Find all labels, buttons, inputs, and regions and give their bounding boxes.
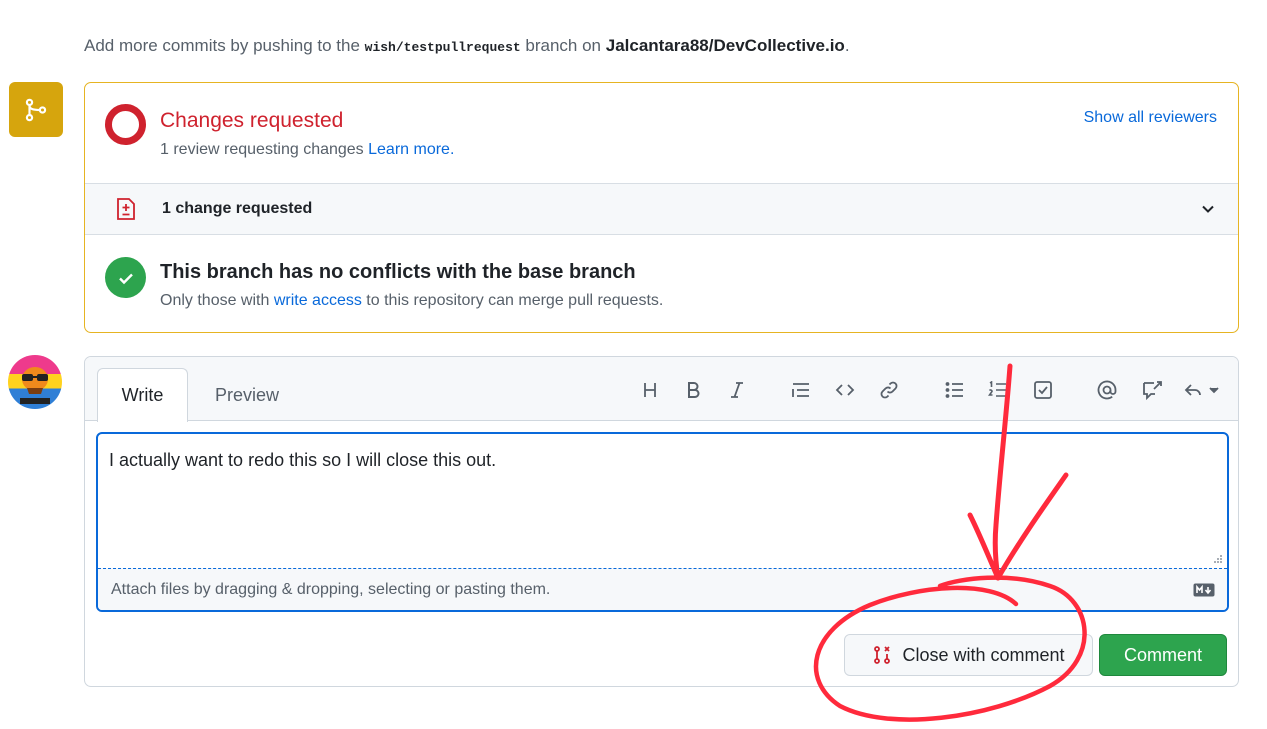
changes-requested-subtitle: 1 review requesting changes Learn more. [160, 141, 454, 159]
attach-files-text: Attach files by dragging & dropping, sel… [111, 581, 551, 598]
editor-tab-bar: Write Preview [85, 357, 1238, 422]
comment-textarea[interactable]: I actually want to redo this so I will c… [96, 432, 1229, 612]
review-count-text: 1 review requesting changes [160, 141, 369, 158]
comment-button[interactable]: Comment [1099, 634, 1227, 676]
italic-icon[interactable] [724, 377, 750, 403]
merge-box: Changes requested 1 review requesting ch… [84, 82, 1239, 333]
file-diff-icon [117, 198, 135, 220]
markdown-icon[interactable] [1193, 583, 1215, 597]
changes-requested-icon [105, 104, 146, 145]
chevron-down-icon[interactable] [1200, 201, 1216, 217]
reference-icon[interactable] [1139, 377, 1165, 403]
merge-sub-suffix: to this repository can merge pull reques… [361, 292, 664, 309]
hint-middle: branch on [520, 36, 606, 55]
no-conflicts-section: This branch has no conflicts with the ba… [85, 235, 1238, 332]
ordered-list-icon[interactable] [985, 377, 1011, 403]
no-conflicts-title: This branch has no conflicts with the ba… [160, 261, 636, 283]
git-pull-request-closed-icon [874, 646, 891, 664]
reply-icon[interactable] [1182, 377, 1222, 403]
hint-prefix: Add more commits by pushing to the [84, 36, 365, 55]
git-merge-icon [25, 98, 47, 121]
close-with-comment-label: Close with comment [902, 644, 1065, 665]
heading-icon[interactable] [637, 377, 663, 403]
hint-suffix: . [844, 36, 850, 55]
branch-name: wish/testpullrequest [364, 40, 521, 55]
tab-preview[interactable]: Preview [197, 368, 297, 422]
avatar[interactable] [8, 355, 62, 409]
no-conflicts-subtitle: Only those with write access to this rep… [160, 292, 663, 310]
comment-box: Write Preview I actually want to redo th… [84, 356, 1239, 687]
changes-requested-title: Changes requested [160, 109, 344, 132]
change-requested-row[interactable]: 1 change requested [85, 183, 1238, 235]
comment-text[interactable]: I actually want to redo this so I will c… [109, 450, 496, 471]
changes-requested-section: Changes requested 1 review requesting ch… [85, 83, 1238, 183]
code-icon[interactable] [832, 377, 858, 403]
attach-files-bar[interactable]: Attach files by dragging & dropping, sel… [98, 568, 1227, 610]
tab-write[interactable]: Write [97, 368, 188, 422]
write-access-link[interactable]: write access [274, 292, 362, 309]
learn-more-link[interactable]: Learn more. [368, 141, 454, 158]
merge-sub-prefix: Only those with [160, 292, 274, 309]
link-icon[interactable] [876, 377, 902, 403]
bold-icon[interactable] [680, 377, 706, 403]
change-requested-count: 1 change requested [162, 200, 313, 217]
show-all-reviewers-link[interactable]: Show all reviewers [1084, 109, 1217, 127]
push-hint: Add more commits by pushing to the wish/… [84, 36, 850, 56]
merge-status-icon-box [9, 82, 63, 137]
close-with-comment-button[interactable]: Close with comment [844, 634, 1093, 676]
mention-icon[interactable] [1094, 377, 1120, 403]
repo-name: Jalcantara88/DevCollective.io [605, 36, 845, 55]
task-list-icon[interactable] [1030, 377, 1056, 403]
quote-icon[interactable] [788, 377, 814, 403]
check-icon [105, 257, 146, 298]
unordered-list-icon[interactable] [942, 377, 968, 403]
resize-handle-icon[interactable] [1213, 554, 1223, 564]
